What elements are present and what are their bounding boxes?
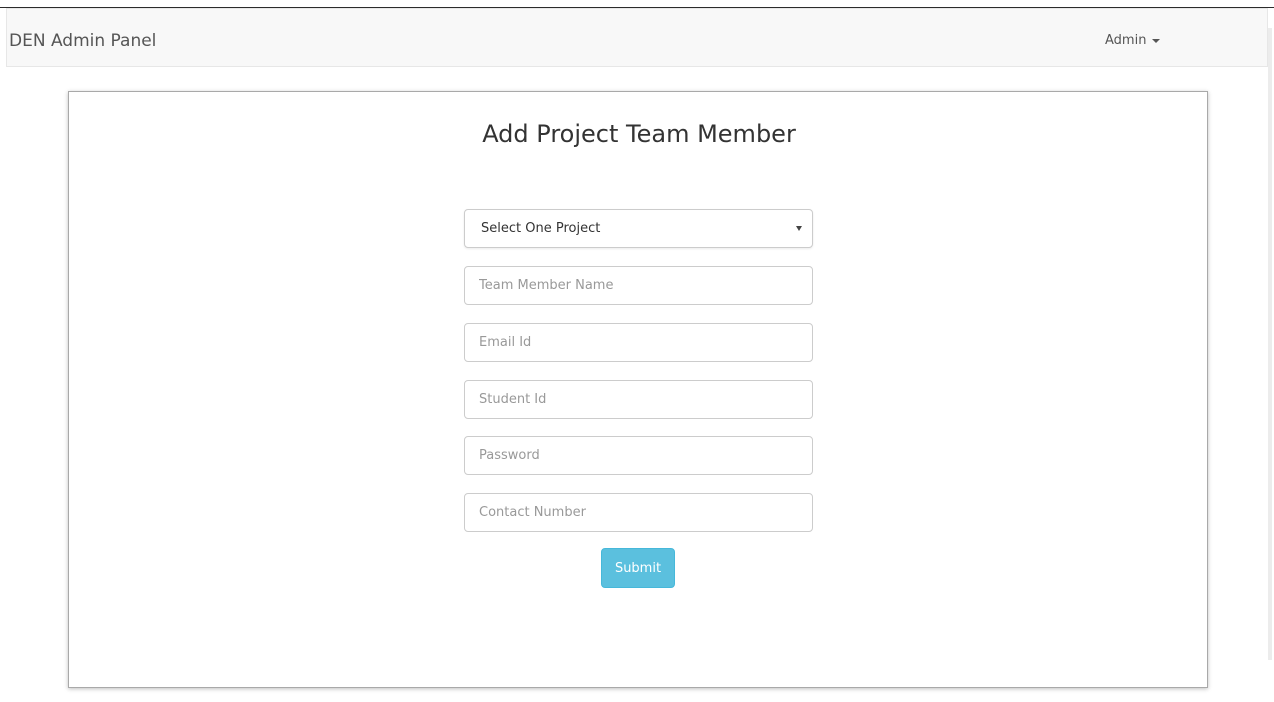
contact-number-input[interactable] <box>464 493 813 532</box>
page-scrollbar[interactable] <box>1268 28 1272 660</box>
project-select[interactable]: Select One Project <box>464 209 813 248</box>
password-input[interactable] <box>464 436 813 475</box>
email-input[interactable] <box>464 323 813 362</box>
admin-dropdown[interactable]: Admin <box>1105 31 1161 51</box>
admin-dropdown-label: Admin <box>1105 33 1147 48</box>
student-id-input[interactable] <box>464 380 813 419</box>
submit-button[interactable]: Submit <box>601 548 675 588</box>
member-name-input[interactable] <box>464 266 813 305</box>
brand-title[interactable]: DEN Admin Panel <box>9 29 156 53</box>
project-select-value: Select One Project <box>481 221 601 236</box>
caret-down-icon <box>1152 39 1161 43</box>
top-navbar: DEN Admin Panel Admin <box>6 8 1268 67</box>
page-title: Add Project Team Member <box>482 120 796 148</box>
add-member-card: Add Project Team Member Select One Proje… <box>68 91 1208 688</box>
dropdown-arrow-icon <box>796 226 802 231</box>
